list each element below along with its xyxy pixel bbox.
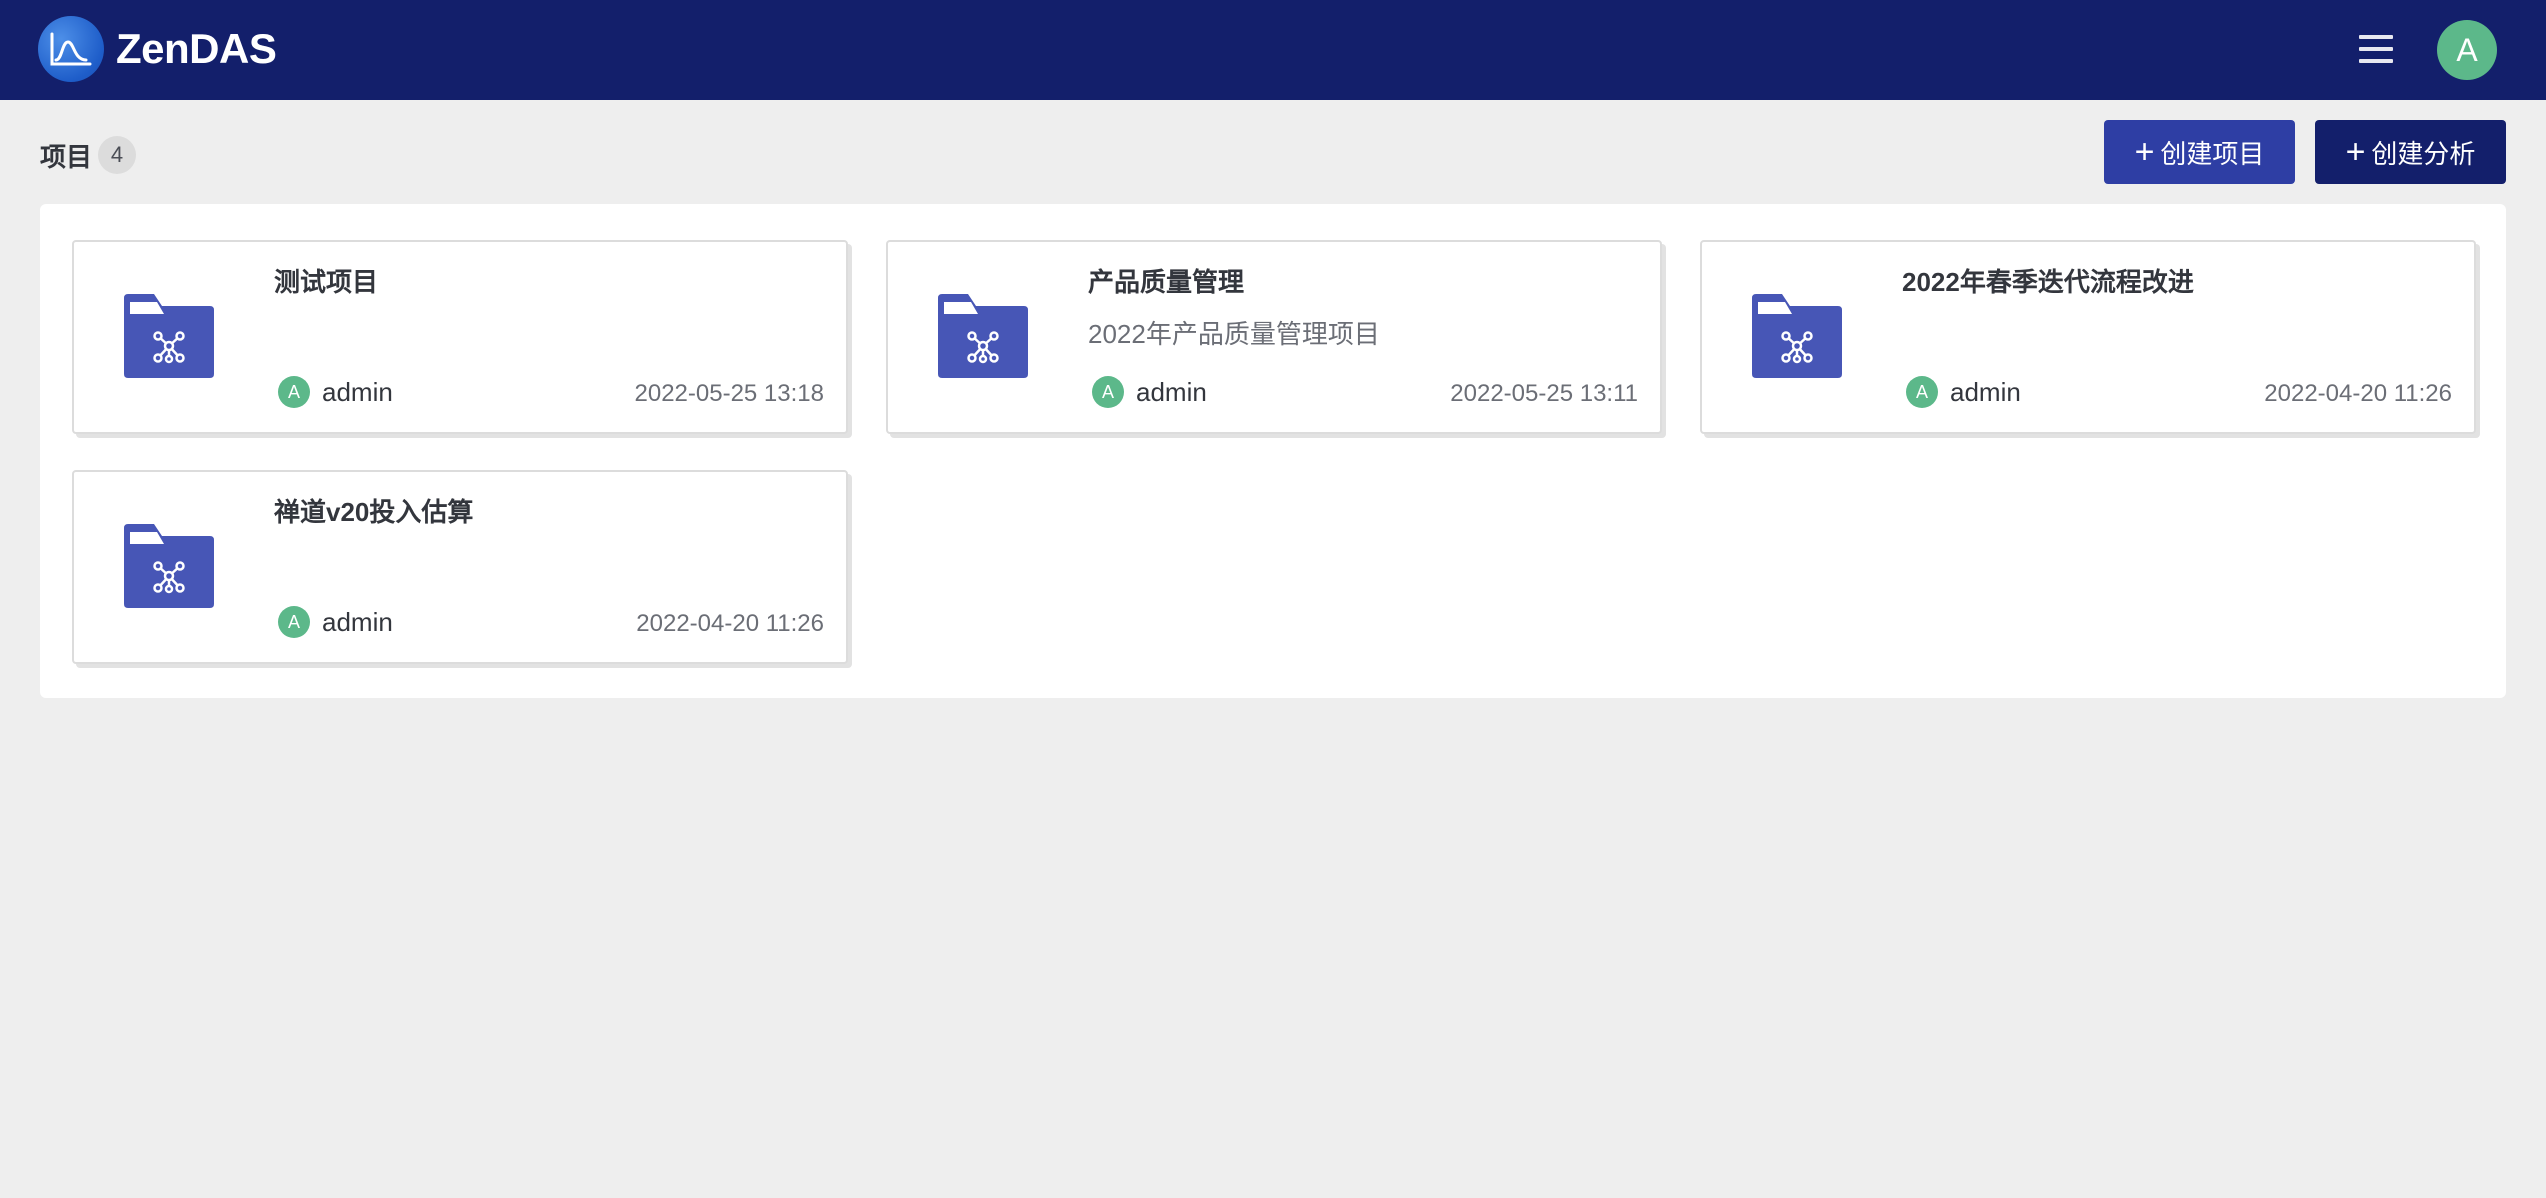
top-navigation-bar: ZenDAS A (0, 0, 2546, 100)
folder-network-icon (124, 524, 214, 608)
zendas-logo-icon (38, 16, 104, 82)
folder-network-icon (1752, 294, 1842, 378)
section-heading: 项目 4 (40, 136, 137, 174)
project-title: 禅道v20投入估算 (274, 497, 474, 527)
owner-avatar: A (278, 606, 310, 638)
project-card[interactable]: 禅道v20投入估算 A admin 2022-04-20 11:26 (72, 470, 848, 664)
project-timestamp: 2022-04-20 11:26 (2264, 380, 2452, 407)
user-avatar[interactable]: A (2437, 20, 2497, 80)
project-timestamp: 2022-05-25 13:18 (634, 380, 825, 407)
brand-name: ZenDAS (116, 25, 277, 72)
project-card[interactable]: 2022年春季迭代流程改进 A admin 2022-04-20 11:26 (1700, 240, 2476, 434)
hamburger-menu-icon[interactable] (2356, 26, 2396, 72)
project-title: 测试项目 (274, 267, 379, 297)
section-label: 项目 (40, 141, 93, 172)
project-owner: A admin (278, 606, 393, 638)
project-timestamp: 2022-04-20 11:26 (636, 610, 824, 637)
project-title: 2022年春季迭代流程改进 (1902, 267, 2194, 297)
owner-name: admin (1950, 376, 2021, 407)
project-card[interactable]: 产品质量管理 2022年产品质量管理项目 A admin 2022-05-25 … (886, 240, 1662, 434)
create-project-button[interactable]: + 创建项目 (2104, 120, 2295, 184)
project-card[interactable]: 测试项目 A admin 2022-05-25 13:18 (72, 240, 848, 434)
plus-icon: + (2345, 133, 2366, 171)
create-analysis-label: 创建分析 (2371, 138, 2476, 169)
project-description: 2022年产品质量管理项目 (1088, 319, 1380, 349)
owner-name: admin (322, 376, 393, 407)
project-owner: A admin (1092, 376, 1207, 408)
project-title: 产品质量管理 (1088, 267, 1245, 297)
owner-name: admin (322, 606, 393, 637)
owner-name: admin (1136, 376, 1207, 407)
folder-network-icon (124, 294, 214, 378)
owner-avatar: A (278, 376, 310, 408)
project-owner: A admin (278, 376, 393, 408)
owner-avatar: A (1906, 376, 1938, 408)
owner-avatar: A (1092, 376, 1124, 408)
create-analysis-button[interactable]: + 创建分析 (2315, 120, 2506, 184)
project-count-badge: 4 (98, 136, 137, 174)
brand-logo[interactable]: ZenDAS (38, 16, 277, 82)
project-owner: A admin (1906, 376, 2021, 408)
project-list-panel: 测试项目 A admin 2022-05-25 13:18 产品质量管理 202… (40, 204, 2506, 698)
folder-network-icon (938, 294, 1028, 378)
plus-icon: + (2134, 133, 2155, 171)
create-project-label: 创建项目 (2160, 138, 2265, 169)
project-timestamp: 2022-05-25 13:11 (1450, 380, 1638, 407)
